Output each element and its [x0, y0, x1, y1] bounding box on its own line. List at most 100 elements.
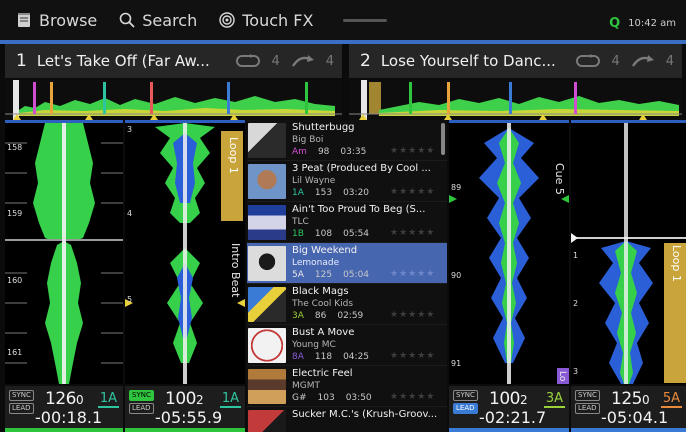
deck-2-main-waveform[interactable]: Loop 1 Intro Beat 3 4 5 — [125, 120, 245, 384]
track-title: Bust A Move — [292, 327, 355, 338]
track-artist: Lemonade — [292, 258, 340, 268]
track-row[interactable]: Bust A Move Young MC 8A 118 04:25 ★★★★★ — [247, 325, 447, 366]
beat-number: 158 — [7, 143, 23, 152]
lead-button[interactable]: LEAD — [9, 403, 34, 414]
track-duration: 04:25 — [343, 352, 370, 362]
jump-icon[interactable] — [630, 54, 656, 68]
bpm-decimal: 0 — [641, 393, 650, 407]
rating-stars[interactable]: ★★★★★ — [390, 228, 435, 238]
key-badge: 1A — [97, 391, 119, 408]
deck-status-bar — [571, 428, 686, 432]
track-duration: 05:04 — [343, 270, 370, 280]
deck-number: 1 — [16, 51, 27, 71]
track-artist: Young MC — [292, 340, 336, 350]
deck-status-bar — [125, 428, 245, 432]
track-bpm: 125 — [314, 270, 333, 280]
track-row[interactable]: Ain't Too Proud To Beg (S... TLC 1B 108 … — [247, 202, 447, 243]
deck-3-main-waveform[interactable]: Cue 5 Lo 89 90 91 — [449, 120, 569, 384]
rating-stars[interactable]: ★★★★★ — [390, 351, 435, 361]
rating-stars[interactable]: ★★★★★ — [390, 310, 435, 320]
deck-4-main-waveform[interactable]: Loop 1 1 2 3 — [571, 120, 686, 384]
track-duration: 02:59 — [337, 311, 364, 321]
album-art — [248, 123, 286, 158]
search-icon — [119, 12, 135, 28]
track-row-selected[interactable]: Big Weekend Lemonade 5A 125 05:04 ★★★★★ — [247, 243, 447, 284]
clock: 10:42 am — [628, 18, 676, 29]
browse-button[interactable]: Browse — [16, 11, 97, 30]
lead-button[interactable]: LEAD — [453, 403, 478, 414]
track-row[interactable]: Sucker M.C.'s (Krush-Groov... — [247, 407, 447, 432]
track-title: Sucker M.C.'s (Krush-Groov... — [292, 409, 438, 420]
bpm-display: 1002 — [165, 389, 204, 409]
overview-waveform-graphic — [349, 80, 682, 120]
deck-3-footer: SYNC LEAD 1002 3A -02:21.7 — [449, 386, 569, 432]
drag-handle[interactable] — [343, 18, 388, 22]
cue-label: Cue 5 — [553, 163, 566, 195]
bpm-display: 1250 — [611, 389, 650, 409]
lead-button[interactable]: LEAD — [575, 403, 600, 414]
time-remaining: -05:55.9 — [155, 408, 223, 427]
track-meta: 1B 108 05:54 — [292, 229, 369, 239]
lead-button[interactable]: LEAD — [129, 403, 154, 414]
track-duration: 03:50 — [345, 393, 372, 403]
track-row[interactable]: Shutterbugg Big Boi Am 98 03:35 ★★★★★ — [247, 120, 447, 161]
track-meta: 1A 153 03:20 — [292, 188, 369, 198]
track-bpm: 108 — [314, 229, 333, 239]
cue-label: Intro Beat — [229, 243, 242, 298]
track-browser[interactable]: Shutterbugg Big Boi Am 98 03:35 ★★★★★ 3 … — [247, 120, 447, 432]
bpm-decimal: 0 — [75, 393, 84, 407]
track-duration: 03:35 — [340, 147, 367, 157]
loop-icon[interactable] — [575, 54, 601, 68]
deck-track-title: Let's Take Off (Far Aw... — [36, 52, 210, 70]
deck-1-header[interactable]: 1 Let's Take Off (Far Aw... 4 4 — [5, 44, 342, 78]
track-title: 3 Peat (Produced By Cool ... — [292, 163, 431, 174]
track-row[interactable]: 3 Peat (Produced By Cool ... Lil Wayne 1… — [247, 161, 447, 202]
loop-icon[interactable] — [235, 54, 261, 68]
rating-stars[interactable]: ★★★★★ — [390, 392, 435, 402]
touchfx-button[interactable]: Touch FX — [219, 11, 313, 30]
rating-stars[interactable]: ★★★★★ — [390, 187, 435, 197]
track-artist: Big Boi — [292, 135, 324, 145]
track-title: Big Weekend — [292, 245, 358, 256]
track-key: G# — [292, 393, 307, 403]
deck-1-overview-waveform[interactable] — [5, 80, 342, 120]
deck-1-main-waveform[interactable]: 158 159 160 161 — [5, 120, 123, 384]
track-bpm: 98 — [317, 147, 330, 157]
beat-number: 2 — [573, 299, 579, 308]
album-art — [248, 410, 286, 432]
sync-button[interactable]: SYNC — [575, 390, 600, 401]
track-meta: G# 103 03:50 — [292, 393, 372, 403]
time-remaining: -05:04.1 — [601, 408, 669, 427]
scrolling-waveform — [449, 123, 569, 384]
track-key: 8A — [292, 352, 304, 362]
jump-icon[interactable] — [290, 54, 316, 68]
track-meta: 8A 118 04:25 — [292, 352, 369, 362]
deck-2-header[interactable]: 2 Lose Yourself to Danc... 4 4 — [349, 44, 682, 78]
track-title: Electric Feel — [292, 368, 353, 379]
album-art — [248, 164, 286, 199]
sync-button[interactable]: SYNC — [453, 390, 478, 401]
beat-number: 89 — [451, 183, 462, 192]
loop-count: 4 — [611, 53, 620, 69]
deck-tools: 4 4 — [235, 54, 334, 69]
key-badge: 5A — [660, 391, 682, 408]
search-button[interactable]: Search — [119, 11, 197, 30]
deck-2-overview-waveform[interactable] — [349, 80, 682, 120]
rating-stars[interactable]: ★★★★★ — [390, 269, 435, 279]
track-artist: The Cool Kids — [292, 299, 354, 309]
loop-label: Loop 1 — [227, 137, 240, 174]
loop-label: Loop 1 — [670, 245, 683, 282]
beat-number: 1 — [573, 251, 579, 260]
sync-button[interactable]: SYNC — [129, 390, 154, 401]
beat-number: 159 — [7, 209, 23, 218]
rating-stars[interactable]: ★★★★★ — [390, 146, 435, 156]
deck-4-footer: SYNC LEAD 1250 5A -05:04.1 — [571, 386, 686, 432]
album-art — [248, 328, 286, 363]
deck-number: 2 — [360, 51, 371, 71]
beat-number: 3 — [573, 367, 579, 376]
track-row[interactable]: Electric Feel MGMT G# 103 03:50 ★★★★★ — [247, 366, 447, 407]
track-title: Black Mags — [292, 286, 349, 297]
track-key: Am — [292, 147, 307, 157]
track-row[interactable]: Black Mags The Cool Kids 3A 86 02:59 ★★★… — [247, 284, 447, 325]
sync-button[interactable]: SYNC — [9, 390, 34, 401]
